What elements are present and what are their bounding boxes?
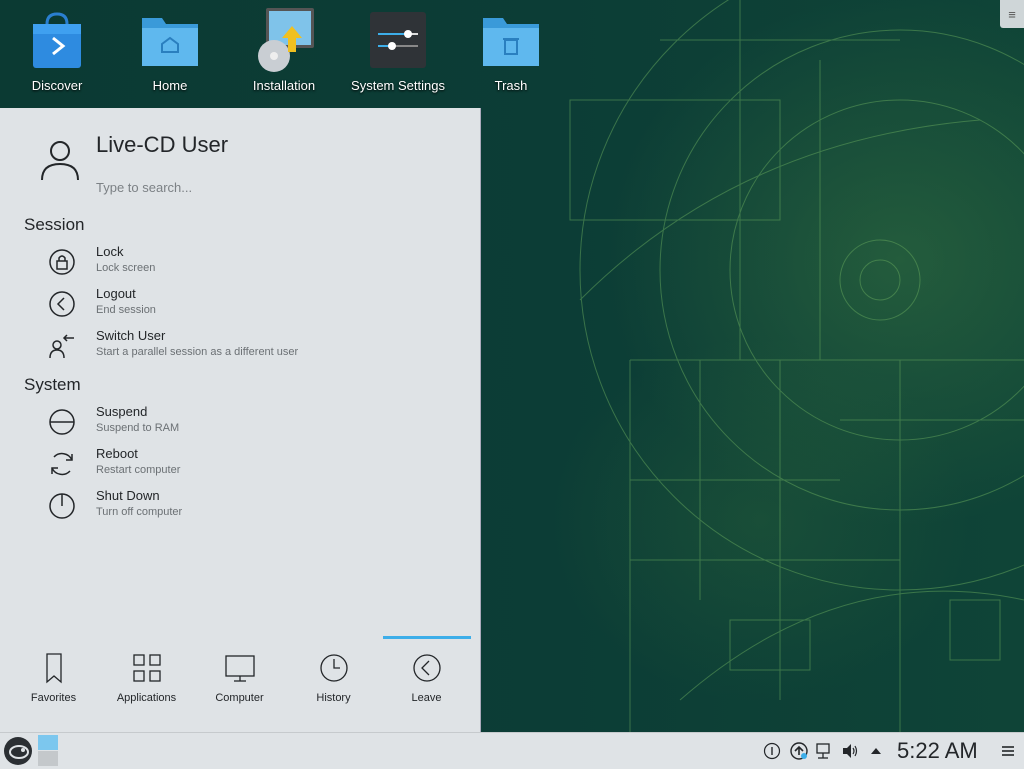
expand-tray-icon[interactable] xyxy=(866,741,886,761)
item-subtitle: Suspend to RAM xyxy=(96,422,180,434)
desktop-icon-trash[interactable]: Trash xyxy=(457,8,565,93)
settings-sliders-icon xyxy=(366,8,430,72)
desktop-icon-discover[interactable]: Discover xyxy=(3,8,111,93)
pager-desktop-1[interactable] xyxy=(38,735,58,750)
section-title-system: System xyxy=(24,375,81,394)
tab-favorites[interactable]: Favorites xyxy=(7,636,100,732)
active-tab-indicator xyxy=(383,636,471,639)
tab-label: Applications xyxy=(116,692,177,704)
pager-desktop-2[interactable] xyxy=(38,751,58,766)
tab-label: History xyxy=(316,692,351,704)
updates-icon[interactable] xyxy=(789,741,809,761)
leave-item-shut-down[interactable]: Shut Down Turn off computer xyxy=(40,488,460,528)
trash-folder-icon xyxy=(479,8,543,72)
leave-item-reboot[interactable]: Reboot Restart computer xyxy=(40,446,460,486)
switch-user-icon xyxy=(49,334,74,359)
volume-icon[interactable] xyxy=(840,741,860,761)
clipboard-icon[interactable] xyxy=(762,741,782,761)
tab-label: Computer xyxy=(215,692,264,704)
desktop-icon-label: Trash xyxy=(494,78,528,93)
leave-item-suspend[interactable]: Suspend Suspend to RAM xyxy=(40,404,460,444)
item-subtitle: Lock screen xyxy=(96,262,156,274)
tab-computer[interactable]: Computer xyxy=(193,636,286,732)
suspend-icon xyxy=(49,409,75,435)
item-title: Lock xyxy=(96,244,124,259)
desktop-icon-installation[interactable]: Installation xyxy=(230,8,338,93)
application-launcher: Live-CD User Session Lock Lock screen Lo… xyxy=(0,108,481,732)
digital-clock[interactable]: 5:22 AM xyxy=(897,738,978,764)
section-title-session: Session xyxy=(24,215,85,234)
tab-history[interactable]: History xyxy=(287,636,380,732)
clock-icon xyxy=(320,654,348,682)
desktop-toolbox-button[interactable]: ≡ xyxy=(1000,0,1024,28)
desktop-icon-label: Installation xyxy=(252,78,316,93)
tab-label: Leave xyxy=(411,692,442,704)
item-subtitle: Start a parallel session as a different … xyxy=(96,346,299,358)
item-subtitle: End session xyxy=(96,304,156,316)
discover-bag-icon xyxy=(25,8,89,72)
hamburger-icon: ≡ xyxy=(1008,6,1016,22)
user-avatar-icon xyxy=(41,141,79,181)
item-subtitle: Restart computer xyxy=(96,464,181,476)
blueprint-wallpaper xyxy=(569,0,1024,732)
tab-applications[interactable]: Applications xyxy=(100,636,193,732)
launcher-tab-bar: Favorites Applications Computer History … xyxy=(0,636,480,732)
grid-icon xyxy=(133,654,161,682)
item-title: Suspend xyxy=(96,404,148,419)
power-icon xyxy=(49,493,75,519)
panel-menu-icon[interactable] xyxy=(998,741,1018,761)
leave-item-switch-user[interactable]: Switch User Start a parallel session as … xyxy=(40,328,460,368)
monitor-icon xyxy=(225,655,255,682)
leave-item-lock[interactable]: Lock Lock screen xyxy=(40,244,460,284)
desktop-icon-label: System Settings xyxy=(351,78,445,93)
taskbar-panel: 5:22 AM xyxy=(0,732,1024,769)
item-title: Switch User xyxy=(96,328,166,343)
user-name: Live-CD User xyxy=(96,132,229,157)
lock-icon xyxy=(49,249,75,275)
desktop-icon-system-settings[interactable]: System Settings xyxy=(344,8,452,93)
search-input[interactable] xyxy=(96,180,396,195)
tab-leave[interactable]: Leave xyxy=(383,636,476,732)
application-launcher-button[interactable] xyxy=(2,735,34,767)
desktop-icon-label: Discover xyxy=(31,78,83,93)
network-icon[interactable] xyxy=(814,741,834,761)
item-title: Logout xyxy=(96,286,136,301)
installation-disc-icon xyxy=(252,8,316,72)
desktop-icon-home[interactable]: Home xyxy=(116,8,224,93)
item-subtitle: Turn off computer xyxy=(96,506,183,518)
item-title: Reboot xyxy=(96,446,138,461)
leave-icon xyxy=(413,654,441,682)
item-title: Shut Down xyxy=(96,488,160,503)
logout-icon xyxy=(49,291,75,317)
bookmark-icon xyxy=(46,653,62,684)
tab-label: Favorites xyxy=(30,692,77,704)
reboot-icon xyxy=(51,452,73,476)
desktop-icon-label: Home xyxy=(152,78,188,93)
home-folder-icon xyxy=(138,8,202,72)
leave-item-logout[interactable]: Logout End session xyxy=(40,286,460,326)
